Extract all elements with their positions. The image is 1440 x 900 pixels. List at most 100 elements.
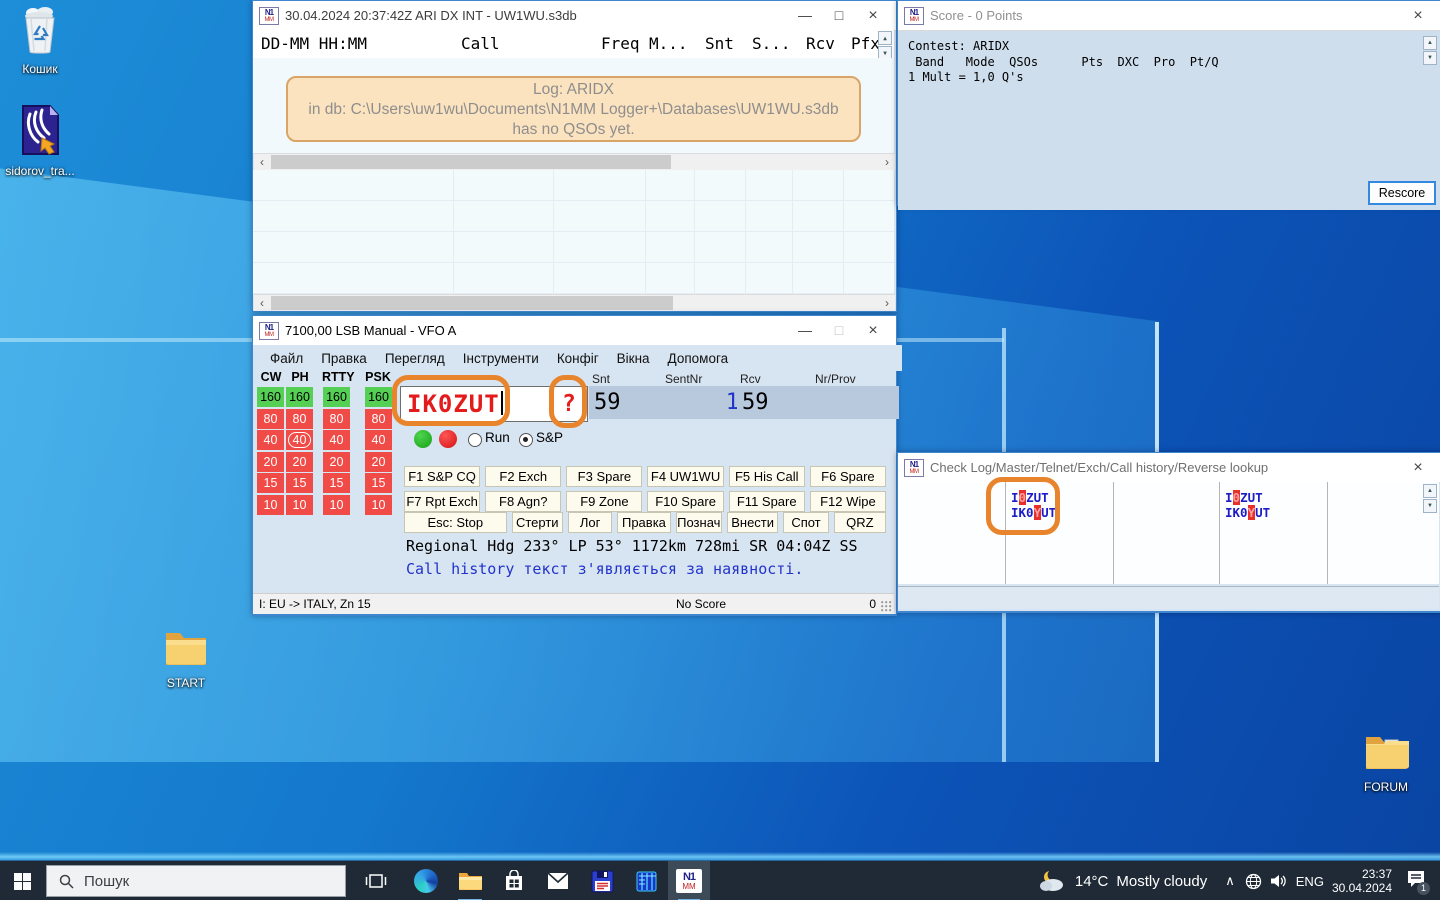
snt-field[interactable]: 59 <box>589 386 669 419</box>
header-spinner[interactable]: ▲ ▼ <box>878 31 892 60</box>
menu-tools[interactable]: Інструменти <box>454 351 548 366</box>
store-button[interactable] <box>492 861 536 900</box>
band-rtty-80[interactable]: 80 <box>323 409 350 429</box>
band-ph-40-selected[interactable]: 40 <box>286 430 313 450</box>
menu-windows[interactable]: Вікна <box>608 351 659 366</box>
sentnr-field[interactable]: 1 <box>662 386 744 419</box>
weather-description[interactable]: Mostly cloudy <box>1116 873 1207 890</box>
nrprov-field[interactable] <box>810 386 899 419</box>
column-header[interactable]: Snt <box>705 34 734 53</box>
band-psk-40[interactable]: 40 <box>365 430 392 450</box>
scroll-left-icon[interactable]: ‹ <box>254 295 270 311</box>
band-psk-80[interactable]: 80 <box>365 409 392 429</box>
band-cw-10[interactable]: 10 <box>257 495 284 515</box>
entry-window-titlebar[interactable]: N1MM 7100,00 LSB Manual - VFO A — □ × <box>253 316 896 346</box>
close-icon[interactable]: × <box>856 7 890 25</box>
fkey-f5[interactable]: F5 His Call <box>729 466 805 487</box>
column-header[interactable]: Freq <box>601 34 640 53</box>
maximize-icon[interactable]: □ <box>822 322 856 340</box>
desktop-icon-recycle-bin[interactable]: Кошик <box>2 6 78 76</box>
fkey-f6[interactable]: F6 Spare <box>810 466 886 487</box>
score-spinner[interactable]: ▲ ▼ <box>1423 36 1437 65</box>
network-globe-icon[interactable] <box>1245 873 1262 890</box>
store-button[interactable]: Внести <box>727 512 778 533</box>
band-psk-15[interactable]: 15 <box>365 473 392 493</box>
log-button[interactable]: Лог <box>568 512 612 533</box>
start-button[interactable] <box>0 861 44 900</box>
band-ph-20[interactable]: 20 <box>286 452 313 472</box>
speaker-icon[interactable] <box>1270 873 1288 889</box>
band-cw-20[interactable]: 20 <box>257 452 284 472</box>
fkey-f1[interactable]: F1 S&P CQ <box>404 466 480 487</box>
band-rtty-160[interactable]: 160 <box>323 387 350 407</box>
logger-save-app-button[interactable] <box>580 861 624 900</box>
fkey-f2[interactable]: F2 Exch <box>485 466 561 487</box>
band-cw-160[interactable]: 160 <box>257 387 284 407</box>
check-window-titlebar[interactable]: N1MM Check Log/Master/Telnet/Exch/Call h… <box>898 453 1440 483</box>
scroll-left-icon[interactable]: ‹ <box>254 154 270 170</box>
band-psk-20[interactable]: 20 <box>365 452 392 472</box>
band-ph-15[interactable]: 15 <box>286 473 313 493</box>
minimize-icon[interactable]: — <box>788 322 822 340</box>
fkey-f8[interactable]: F8 Agn? <box>485 491 561 512</box>
column-header[interactable]: Pfx <box>851 34 880 53</box>
column-header[interactable]: M... <box>649 34 688 53</box>
desktop-icon-start-folder[interactable]: START <box>148 628 224 690</box>
callsign-input[interactable]: IK0ZUT <box>407 390 503 418</box>
scroll-right-icon[interactable]: › <box>879 295 895 311</box>
band-rtty-10[interactable]: 10 <box>323 495 350 515</box>
column-header[interactable]: Call <box>461 34 500 53</box>
band-ph-160[interactable]: 160 <box>286 387 313 407</box>
menu-config[interactable]: Конфіг <box>548 351 608 366</box>
fkey-f3[interactable]: F3 Spare <box>566 466 642 487</box>
blue-utility-app-button[interactable] <box>624 861 668 900</box>
band-cw-15[interactable]: 15 <box>257 473 284 493</box>
menu-edit[interactable]: Правка <box>312 351 376 366</box>
desktop-icon-sidorov-file[interactable]: sidorov_tra... <box>2 104 78 178</box>
esc-stop-button[interactable]: Esc: Stop <box>404 512 507 533</box>
menu-file[interactable]: Файл <box>261 351 312 366</box>
menu-view[interactable]: Перегляд <box>376 351 454 366</box>
close-icon[interactable]: × <box>1401 7 1435 25</box>
column-header[interactable]: DD-MM HH:MM <box>261 34 367 53</box>
log-window-titlebar[interactable]: N1MM 30.04.2024 20:37:42Z ARI DX INT - U… <box>253 1 896 31</box>
edit-button[interactable]: Правка <box>617 512 670 533</box>
task-view-button[interactable] <box>354 861 398 900</box>
rcv-field[interactable]: 59 <box>737 386 817 419</box>
fkey-f11[interactable]: F11 Spare <box>729 491 805 512</box>
run-radio[interactable] <box>468 433 482 447</box>
check-call-suggestion[interactable]: I0ZUT IK0YUT <box>1225 490 1270 520</box>
fkey-f9[interactable]: F9 Zone <box>566 491 642 512</box>
check-call-suggestion[interactable]: I0ZUT IK0YUT <box>1011 490 1056 520</box>
mark-button[interactable]: Познач <box>676 512 722 533</box>
n1mm-app-button[interactable]: N1MM <box>668 861 710 900</box>
band-psk-160[interactable]: 160 <box>365 387 392 407</box>
mail-button[interactable] <box>536 861 580 900</box>
band-ph-10[interactable]: 10 <box>286 495 313 515</box>
minimize-icon[interactable]: — <box>788 7 822 25</box>
column-header[interactable]: Rcv <box>806 34 835 53</box>
band-ph-80[interactable]: 80 <box>286 409 313 429</box>
spot-button[interactable]: Спот <box>783 512 828 533</box>
tray-chevron-icon[interactable]: ∧ <box>1225 873 1235 889</box>
desktop-icon-forum-folder[interactable]: FORUM <box>1348 732 1424 794</box>
scrollbar-thumb[interactable] <box>271 155 671 169</box>
sp-radio-selected[interactable] <box>519 433 533 447</box>
maximize-icon[interactable]: □ <box>822 7 856 25</box>
resize-grip[interactable] <box>881 601 893 613</box>
close-icon[interactable]: × <box>856 322 890 340</box>
fkey-f4[interactable]: F4 UW1WU <box>647 466 723 487</box>
band-psk-10[interactable]: 10 <box>365 495 392 515</box>
check-spinner[interactable]: ▲ ▼ <box>1423 484 1437 513</box>
scrollbar-thumb[interactable] <box>271 296 673 310</box>
log-horizontal-scrollbar-2[interactable]: ‹ › <box>254 294 895 311</box>
edge-browser-button[interactable] <box>404 861 448 900</box>
fkey-f7[interactable]: F7 Rpt Exch <box>404 491 480 512</box>
score-window-titlebar[interactable]: N1MM Score - 0 Points × <box>898 1 1440 31</box>
band-rtty-15[interactable]: 15 <box>323 473 350 493</box>
scroll-right-icon[interactable]: › <box>879 154 895 170</box>
taskbar-clock[interactable]: 23:37 30.04.2024 <box>1332 867 1392 895</box>
log-horizontal-scrollbar[interactable]: ‹ › <box>254 153 895 170</box>
fkey-f10[interactable]: F10 Spare <box>647 491 723 512</box>
band-rtty-40[interactable]: 40 <box>323 430 350 450</box>
